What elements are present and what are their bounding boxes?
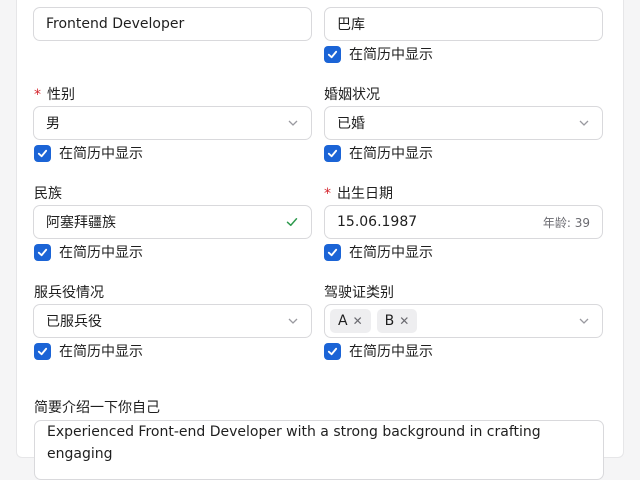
checkbox-checked-icon[interactable]: [324, 243, 341, 261]
license-show-in-resume[interactable]: 在简历中显示: [324, 341, 433, 361]
birthdate-input[interactable]: 15.06.1987 年龄: 39: [324, 205, 603, 239]
ethnicity-show-in-resume[interactable]: 在简历中显示: [34, 242, 143, 262]
license-label: 驾驶证类别: [324, 285, 394, 301]
military-label: 服兵役情况: [34, 285, 104, 301]
marital-show-in-resume[interactable]: 在简历中显示: [324, 143, 433, 163]
ethnicity-input[interactable]: 阿塞拜疆族: [33, 205, 312, 239]
checkbox-label: 在简历中显示: [349, 245, 433, 261]
chevron-down-icon: [288, 120, 298, 126]
position-value: Frontend Developer: [46, 16, 185, 32]
military-value: 已服兵役: [46, 314, 102, 330]
checkbox-checked-icon[interactable]: [34, 243, 51, 261]
gender-show-in-resume[interactable]: 在简历中显示: [34, 143, 143, 163]
checkbox-label: 在简历中显示: [349, 47, 433, 63]
remove-tag-icon[interactable]: ✕: [353, 314, 363, 328]
check-icon: [286, 218, 298, 227]
checkbox-checked-icon[interactable]: [324, 144, 341, 162]
gender-value: 男: [46, 116, 60, 132]
checkbox-label: 在简历中显示: [59, 344, 143, 360]
checkbox-checked-icon[interactable]: [34, 342, 51, 360]
gender-select[interactable]: 男: [33, 106, 312, 140]
chevron-down-icon: [579, 318, 589, 324]
license-multiselect[interactable]: A ✕ B ✕: [324, 304, 603, 338]
checkbox-label: 在简历中显示: [349, 344, 433, 360]
checkbox-checked-icon[interactable]: [324, 45, 341, 63]
about-label: 简要介绍一下你自己: [34, 400, 160, 416]
birthdate-value: 15.06.1987: [337, 214, 418, 230]
chevron-down-icon: [579, 120, 589, 126]
position-input[interactable]: Frontend Developer: [33, 7, 312, 41]
city-value: 巴库: [337, 17, 365, 33]
required-mark: *: [324, 186, 331, 202]
checkbox-checked-icon[interactable]: [34, 144, 51, 162]
military-select[interactable]: 已服兵役: [33, 304, 312, 338]
checkbox-label: 在简历中显示: [349, 146, 433, 162]
required-mark: *: [34, 87, 41, 103]
city-input[interactable]: 巴库: [324, 7, 603, 41]
birthdate-show-in-resume[interactable]: 在简历中显示: [324, 242, 433, 262]
remove-tag-icon[interactable]: ✕: [399, 314, 409, 328]
ethnicity-label: 民族: [34, 186, 62, 202]
marital-value: 已婚: [337, 116, 365, 132]
about-textarea[interactable]: Experienced Front-end Developer with a s…: [34, 420, 604, 480]
chevron-down-icon: [288, 318, 298, 324]
marital-label: 婚姻状况: [324, 87, 380, 103]
ethnicity-value: 阿塞拜疆族: [46, 215, 116, 231]
about-value: Experienced Front-end Developer with a s…: [47, 424, 541, 462]
checkbox-label: 在简历中显示: [59, 245, 143, 261]
license-tag: A ✕: [330, 309, 371, 333]
checkbox-label: 在简历中显示: [59, 146, 143, 162]
license-tags: A ✕ B ✕: [330, 309, 578, 333]
city-show-in-resume[interactable]: 在简历中显示: [324, 44, 433, 64]
gender-label: * 性别: [34, 87, 75, 103]
age-readout: 年龄: 39: [542, 215, 590, 230]
marital-select[interactable]: 已婚: [324, 106, 603, 140]
birthdate-label: * 出生日期: [324, 186, 393, 202]
checkbox-checked-icon[interactable]: [324, 342, 341, 360]
profile-form-card: Frontend Developer 巴库 在简历中显示 * 性别 男 在简历中显…: [16, 0, 624, 480]
license-tag: B ✕: [376, 309, 418, 333]
military-show-in-resume[interactable]: 在简历中显示: [34, 341, 143, 361]
